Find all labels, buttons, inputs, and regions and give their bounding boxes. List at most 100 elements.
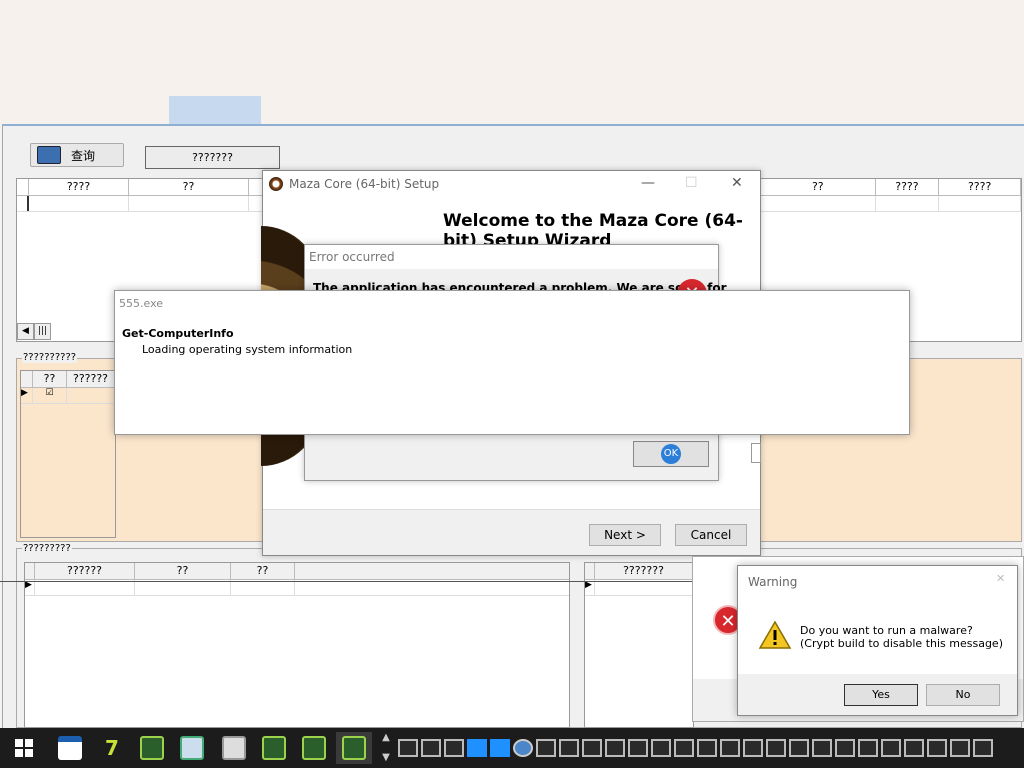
windows-start-icon	[15, 739, 33, 757]
group-label: ?????????	[22, 543, 72, 554]
ok-label: OK	[661, 444, 681, 464]
tray-item-icon[interactable]	[904, 739, 924, 757]
minimize-icon[interactable]: —	[641, 175, 655, 191]
tray-item-icon[interactable]	[697, 739, 717, 757]
taskbar-app[interactable]	[216, 732, 252, 764]
column-header[interactable]: ??	[231, 563, 295, 579]
top-grid-right[interactable]: ?? ???? ????	[760, 178, 1022, 212]
tray-item-icon[interactable]	[927, 739, 947, 757]
cancel-button[interactable]: Cancel	[675, 524, 747, 546]
warning-dialog[interactable]: Warning ✕ Do you want to run a malware? …	[737, 565, 1018, 716]
next-button[interactable]: Next >	[589, 524, 661, 546]
row-pointer-icon: ▶	[25, 580, 35, 595]
taskbar-scroll[interactable]: ▲ ▼	[378, 728, 394, 768]
wizard-footer: Next > Cancel	[263, 509, 760, 555]
column-header[interactable]: ????	[876, 179, 940, 195]
chevron-down-icon[interactable]: ▼	[378, 748, 394, 768]
checkbox[interactable]: ☑	[33, 388, 67, 403]
tray-item-icon[interactable]	[674, 739, 694, 757]
tray-item-icon[interactable]	[628, 739, 648, 757]
warning-icon	[758, 620, 792, 649]
clock-icon	[222, 736, 246, 760]
app-icon	[262, 736, 286, 760]
warning-message: Do you want to run a malware? (Crypt bui…	[800, 624, 1003, 650]
column-header[interactable]: ???????	[595, 563, 693, 579]
process-title: 555.exe	[119, 297, 164, 310]
row-pointer-icon: ▶	[21, 388, 33, 403]
top-tab[interactable]	[169, 96, 261, 126]
taskbar-app[interactable]	[174, 732, 210, 764]
taskbar: 7 ▲ ▼	[0, 728, 1024, 768]
taskbar-app[interactable]	[256, 732, 292, 764]
process-heading: Get-ComputerInfo	[122, 327, 234, 340]
horizontal-scrollbar[interactable]: ◀ |||	[17, 323, 51, 340]
maza-logo-icon	[269, 177, 283, 191]
tray-item-icon[interactable]	[605, 739, 625, 757]
column-header[interactable]: ????	[939, 179, 1021, 195]
tray-round-icon[interactable]	[513, 739, 533, 757]
system-tray	[396, 728, 1024, 768]
process-dialog[interactable]: 555.exe Get-ComputerInfo Loading operati…	[114, 290, 910, 435]
column-header[interactable]: ????	[29, 179, 129, 195]
spreadsheet-icon	[180, 736, 204, 760]
column-header[interactable]: ??	[135, 563, 231, 579]
tray-item-icon[interactable]	[835, 739, 855, 757]
maximize-icon[interactable]: ☐	[685, 175, 698, 191]
ok-button[interactable]: OK	[633, 441, 709, 467]
wizard-field-edge	[751, 443, 761, 463]
bottom-right-grid[interactable]: ??????? ▶	[584, 562, 694, 728]
tray-item-icon[interactable]	[651, 739, 671, 757]
tray-item-icon[interactable]	[582, 739, 602, 757]
column-header[interactable]: ??	[33, 371, 67, 387]
tray-item-icon[interactable]	[444, 739, 464, 757]
column-header[interactable]: ??	[129, 179, 249, 195]
no-button[interactable]: No	[926, 684, 1000, 706]
seven-zip-icon: 7	[105, 736, 119, 760]
column-header[interactable]: ??????	[35, 563, 135, 579]
start-button[interactable]	[6, 732, 42, 764]
windows-icon[interactable]	[467, 739, 487, 757]
app-icon	[302, 736, 326, 760]
close-icon[interactable]: ✕	[731, 175, 743, 191]
tray-item-icon[interactable]	[766, 739, 786, 757]
taskbar-app[interactable]	[52, 732, 88, 764]
taskbar-app-active[interactable]	[336, 732, 372, 764]
tray-item-icon[interactable]	[950, 739, 970, 757]
yes-button[interactable]: Yes	[844, 684, 918, 706]
taskbar-app[interactable]	[134, 732, 170, 764]
window-app-icon	[58, 736, 82, 760]
bottom-grid[interactable]: ?????? ?? ?? ▶	[24, 562, 570, 728]
wizard-title: Maza Core (64-bit) Setup	[289, 177, 440, 191]
taskbar-app[interactable]: 7	[94, 732, 130, 764]
warning-line-1: Do you want to run a malware?	[800, 624, 973, 637]
tray-item-icon[interactable]	[881, 739, 901, 757]
group-label: ??????????	[22, 352, 78, 363]
app-icon	[140, 736, 164, 760]
tray-item-icon[interactable]	[812, 739, 832, 757]
tray-item-icon[interactable]	[973, 739, 993, 757]
taskbar-app[interactable]	[296, 732, 332, 764]
chevron-up-icon[interactable]: ▲	[378, 728, 394, 748]
column-header[interactable]: ??????	[67, 371, 115, 387]
tray-item-icon[interactable]	[421, 739, 441, 757]
scroll-left-icon[interactable]: ◀	[17, 323, 34, 340]
windows-icon[interactable]	[490, 739, 510, 757]
process-status: Loading operating system information	[142, 343, 353, 356]
tray-item-icon[interactable]	[398, 739, 418, 757]
tray-item-icon[interactable]	[789, 739, 809, 757]
scroll-thumb[interactable]: |||	[34, 323, 51, 340]
query-button[interactable]: 查询	[30, 143, 124, 167]
column-header[interactable]: ??	[761, 179, 876, 195]
middle-grid[interactable]: ?? ?????? ▶ ☑	[20, 370, 116, 538]
tray-item-icon[interactable]	[858, 739, 878, 757]
close-icon[interactable]: ✕	[996, 572, 1005, 585]
warning-footer: Yes No	[738, 674, 1017, 715]
tray-item-icon[interactable]	[720, 739, 740, 757]
app-icon	[342, 736, 366, 760]
warning-line-2: (Crypt build to disable this message)	[800, 637, 1003, 650]
query-label: 查询	[71, 148, 96, 163]
tray-item-icon[interactable]	[743, 739, 763, 757]
tray-item-icon[interactable]	[536, 739, 556, 757]
tray-item-icon[interactable]	[559, 739, 579, 757]
qmark-button[interactable]: ???????	[145, 146, 280, 169]
